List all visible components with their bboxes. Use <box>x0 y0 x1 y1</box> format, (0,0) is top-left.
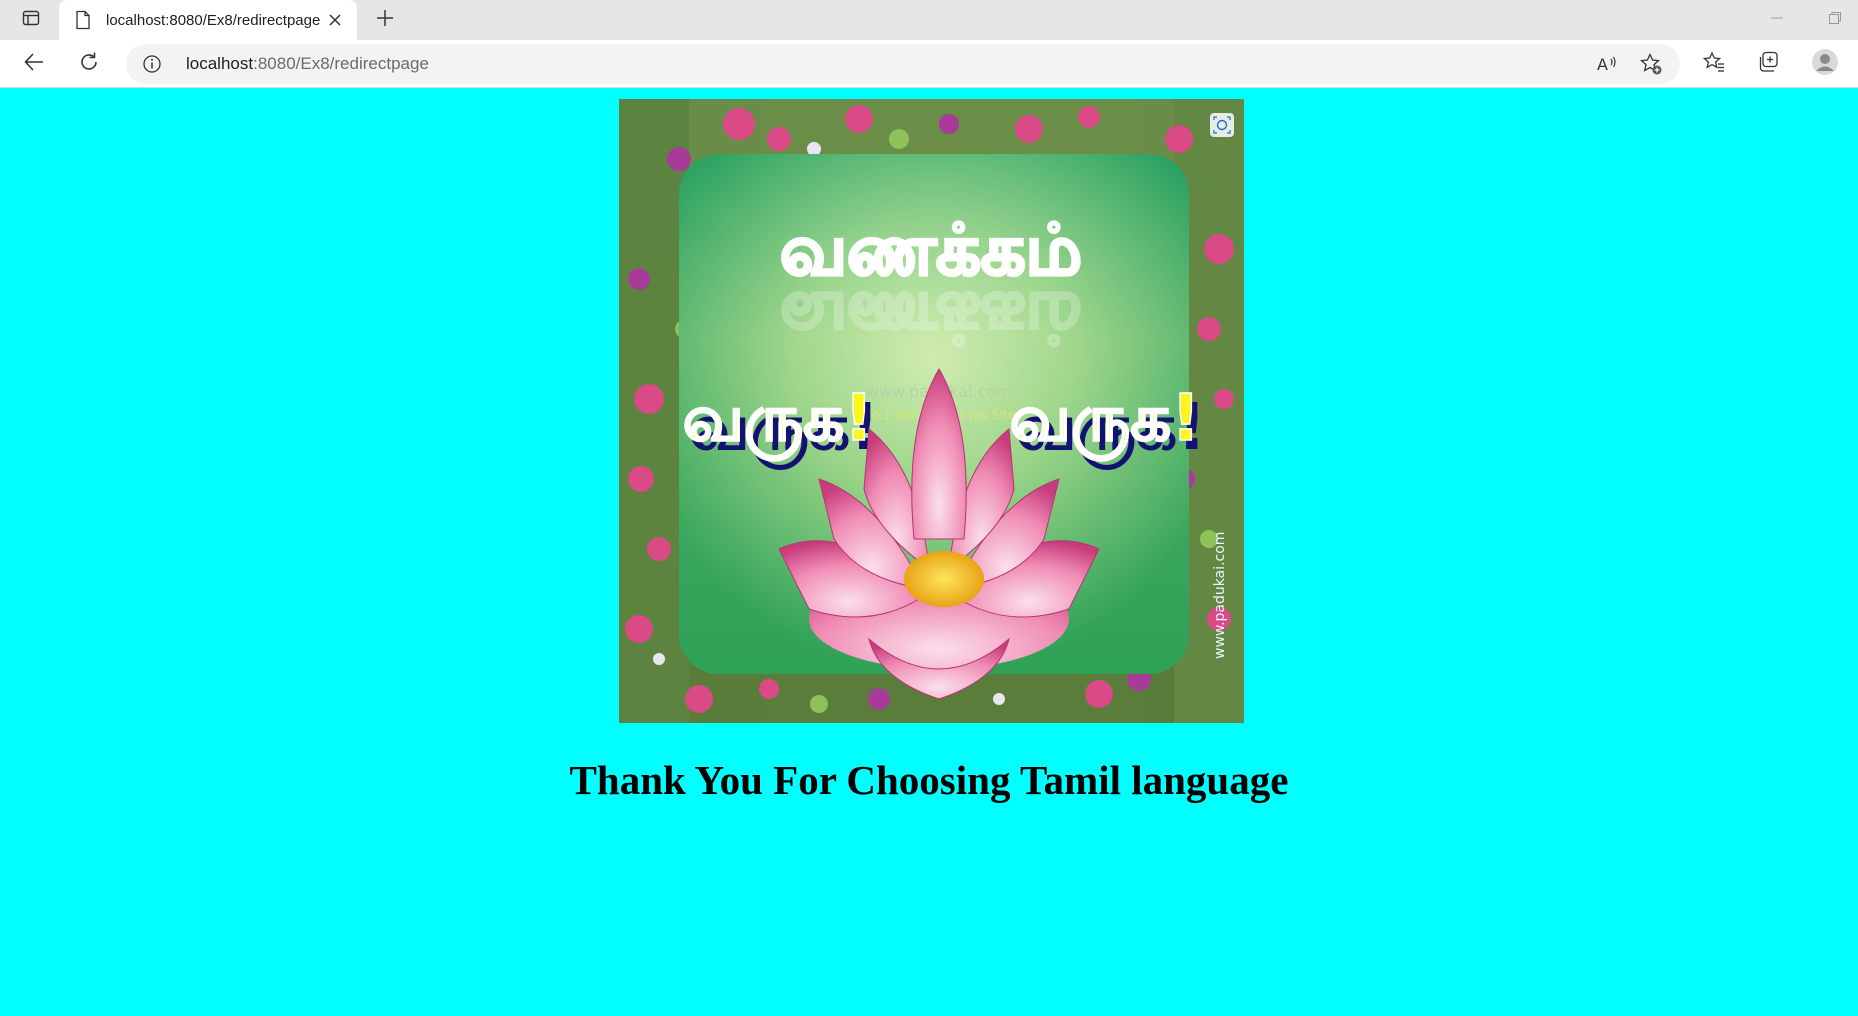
welcome-right-text: வருக! <box>1010 382 1201 461</box>
tab-active[interactable]: localhost:8080/Ex8/redirectpage <box>59 0 357 40</box>
collections-icon <box>1757 50 1781 79</box>
page-icon <box>74 10 92 30</box>
side-watermark-text: www.padukai.com <box>1212 532 1228 659</box>
svg-text:A: A <box>1597 55 1608 74</box>
back-arrow-icon <box>23 51 45 78</box>
tamil-greeting-image: வணக்கம் வணக்கம் www.padukai.com No.1 Tam… <box>619 99 1244 723</box>
url-path: :8080/Ex8/redirectpage <box>253 54 429 73</box>
visual-search-icon <box>1210 113 1234 137</box>
site-info-icon[interactable] <box>142 54 162 74</box>
sidebar-toggle-button[interactable] <box>14 6 48 34</box>
favorites-button[interactable] <box>1697 48 1731 80</box>
tab-strip: localhost:8080/Ex8/redirectpage <box>0 0 1858 40</box>
profile-button[interactable] <box>1808 48 1842 80</box>
sidebar-icon <box>21 8 41 33</box>
minimize-button[interactable] <box>1760 8 1794 32</box>
address-bar[interactable]: localhost:8080/Ex8/redirectpage A <box>126 44 1680 84</box>
url-host: localhost <box>186 54 254 73</box>
restore-button[interactable] <box>1818 8 1852 32</box>
add-favorite-icon[interactable] <box>1636 49 1666 79</box>
plus-icon <box>376 9 394 32</box>
back-button[interactable] <box>17 48 51 80</box>
favorites-icon <box>1702 50 1726 79</box>
restore-icon <box>1828 11 1842 30</box>
minimize-icon <box>1770 11 1784 30</box>
url-text[interactable]: localhost:8080/Ex8/redirectpage <box>186 54 429 74</box>
collections-button[interactable] <box>1752 48 1786 80</box>
close-icon[interactable] <box>325 10 345 30</box>
refresh-icon <box>78 51 100 78</box>
new-tab-button[interactable] <box>368 6 402 34</box>
browser-toolbar: localhost:8080/Ex8/redirectpage A <box>0 40 1858 88</box>
tab-title: localhost:8080/Ex8/redirectpage <box>106 11 321 29</box>
title-reflection-text: வணக்கம் <box>780 277 1082 359</box>
avatar-icon <box>1811 48 1839 81</box>
page-body: வணக்கம் வணக்கம் www.padukai.com No.1 Tam… <box>0 88 1858 1016</box>
read-aloud-icon[interactable]: A <box>1592 49 1622 79</box>
refresh-button[interactable] <box>72 48 106 80</box>
page-heading: Thank You For Choosing Tamil language <box>569 757 1289 803</box>
welcome-left-text: வருக! <box>683 382 874 461</box>
